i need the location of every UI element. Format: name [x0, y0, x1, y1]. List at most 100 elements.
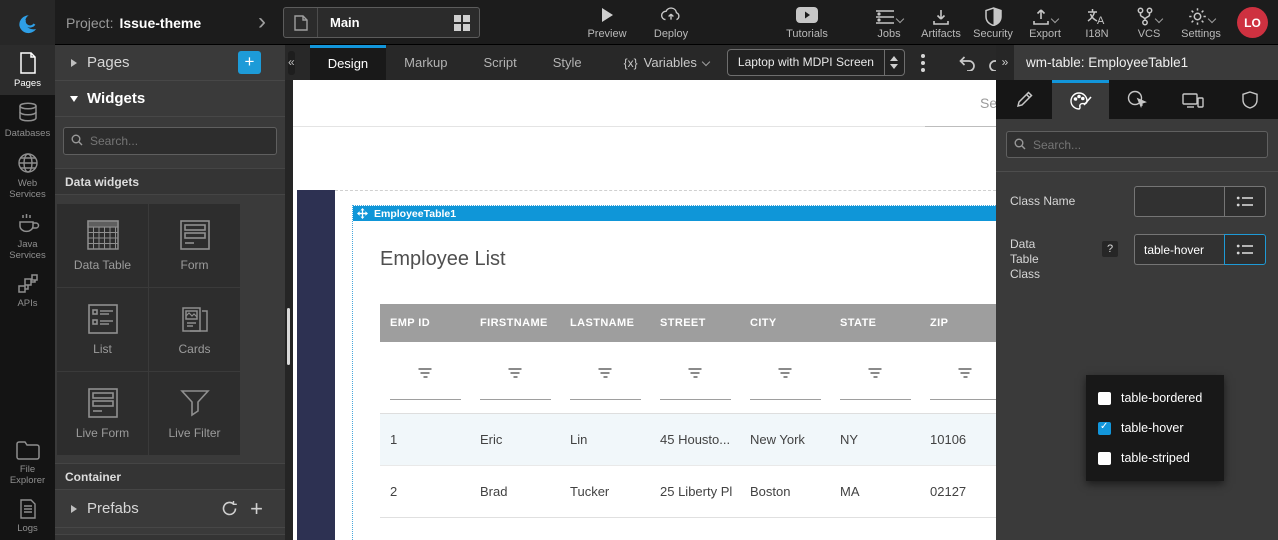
column-header[interactable]: LASTNAME — [560, 304, 650, 342]
tab-markup[interactable]: Markup — [386, 45, 465, 80]
settings-button[interactable]: Settings — [1180, 4, 1222, 40]
column-header[interactable]: CITY — [740, 304, 830, 342]
pages-section-header[interactable]: Pages + — [55, 45, 285, 81]
filter-icon[interactable] — [689, 368, 702, 378]
user-avatar[interactable]: LO — [1237, 7, 1268, 38]
filter-input[interactable] — [840, 399, 911, 400]
help-badge[interactable]: ? — [1102, 241, 1118, 257]
topbar-actions: Preview Deploy Tutorials — [583, 4, 831, 40]
data-table-class-input[interactable] — [1134, 234, 1224, 265]
tab-security[interactable] — [1222, 80, 1278, 119]
tab-properties[interactable] — [996, 80, 1052, 119]
prefabs-section-header[interactable]: Prefabs + — [55, 490, 285, 528]
page-selector[interactable]: Main — [283, 7, 480, 38]
widget-tile-data-table[interactable]: Data Table — [57, 204, 148, 287]
option-table-bordered[interactable]: table-bordered — [1086, 383, 1224, 413]
refresh-icon[interactable] — [221, 500, 238, 517]
add-prefab-button[interactable]: + — [250, 499, 263, 519]
canvas-app-sidebar — [297, 190, 335, 540]
filter-input[interactable] — [750, 399, 821, 400]
data-table-widget[interactable]: Employee List EMP ID FIRSTNAME LASTNAME … — [353, 248, 996, 518]
design-canvas[interactable]: Se EmployeeTable1 Employee List EMP ID F… — [293, 80, 996, 540]
palette-icon — [1070, 91, 1092, 111]
widgets-section-header[interactable]: Widgets — [55, 81, 285, 117]
page-structure-section-clipped[interactable]: Page Structure — [55, 534, 285, 540]
rail-item-databases[interactable]: Databases — [0, 95, 55, 145]
security-button[interactable]: Security — [972, 4, 1014, 40]
data-table-icon — [87, 220, 119, 250]
move-icon[interactable] — [357, 208, 368, 219]
preview-button[interactable]: Preview — [583, 4, 631, 40]
tab-styles[interactable] — [1052, 80, 1108, 119]
variables-button[interactable]: {x} Variables — [624, 55, 709, 70]
class-name-list-button[interactable] — [1224, 186, 1266, 217]
tutorials-button[interactable]: Tutorials — [783, 4, 831, 40]
filter-icon[interactable] — [779, 368, 792, 378]
column-header[interactable]: STREET — [650, 304, 740, 342]
rail-item-file-explorer[interactable]: File Explorer — [0, 433, 55, 492]
filter-input[interactable] — [480, 399, 551, 400]
artifacts-button[interactable]: Artifacts — [920, 4, 962, 40]
panel-divider[interactable] — [285, 80, 293, 540]
tab-events[interactable] — [1109, 80, 1165, 119]
widget-tile-cards[interactable]: Cards — [149, 288, 240, 371]
rail-item-java-services[interactable]: Java Services — [0, 206, 55, 267]
filter-icon[interactable] — [599, 368, 612, 378]
rail-item-web-services[interactable]: Web Services — [0, 145, 55, 206]
device-select[interactable]: Laptop with MDPI Screen — [727, 49, 905, 76]
column-header[interactable]: STATE — [830, 304, 920, 342]
properties-search-input[interactable] — [1006, 131, 1268, 158]
filter-input[interactable] — [930, 399, 996, 400]
checkbox[interactable] — [1098, 452, 1111, 465]
filter-input[interactable] — [390, 399, 461, 400]
column-header[interactable]: EMP ID — [380, 304, 470, 342]
tab-style[interactable]: Style — [535, 45, 600, 80]
vcs-button[interactable]: VCS — [1128, 4, 1170, 40]
column-header[interactable]: ZIP — [920, 304, 996, 342]
collapse-panel-button[interactable]: « — [288, 51, 295, 75]
widget-search-input[interactable] — [63, 127, 277, 155]
rail-item-pages[interactable]: Pages — [0, 45, 55, 95]
tab-script[interactable]: Script — [466, 45, 535, 80]
app-logo[interactable] — [0, 0, 55, 45]
widget-selection-bar[interactable]: EmployeeTable1 — [353, 206, 996, 221]
column-header[interactable]: FIRSTNAME — [470, 304, 560, 342]
data-table-class-list-button[interactable] — [1224, 234, 1266, 265]
checkbox[interactable] — [1098, 422, 1111, 435]
chevron-down-icon — [702, 57, 710, 65]
i18n-button[interactable]: A I18N — [1076, 4, 1118, 40]
project-title: Project: Issue-theme — [66, 0, 201, 45]
more-options-button[interactable] — [921, 54, 925, 72]
add-page-button[interactable]: + — [238, 51, 261, 74]
widget-tile-live-form[interactable]: Live Form — [57, 372, 148, 455]
filter-icon[interactable] — [869, 368, 882, 378]
jobs-button[interactable]: Jobs — [868, 4, 910, 40]
filter-icon[interactable] — [509, 368, 522, 378]
checkbox[interactable] — [1098, 392, 1111, 405]
widget-tile-list[interactable]: List — [57, 288, 148, 371]
left-rail: Pages Databases Web Services Java Servic… — [0, 45, 55, 540]
deploy-button[interactable]: Deploy — [647, 4, 695, 40]
option-table-striped[interactable]: table-striped — [1086, 443, 1224, 473]
widget-tile-form[interactable]: Form — [149, 204, 240, 287]
undo-button[interactable] — [957, 54, 976, 71]
filter-icon[interactable] — [419, 368, 432, 378]
rail-item-apis[interactable]: APIs — [0, 267, 55, 315]
widget-tile-live-filter[interactable]: Live Filter — [149, 372, 240, 455]
rail-item-logs[interactable]: Logs — [0, 492, 55, 540]
filter-input[interactable] — [660, 399, 731, 400]
option-table-hover[interactable]: table-hover — [1086, 413, 1224, 443]
table-row[interactable]: 2 Brad Tucker 25 Liberty Pl Boston MA 02… — [380, 466, 996, 518]
selected-widget-outline[interactable]: EmployeeTable1 Employee List EMP ID FIRS… — [352, 205, 996, 540]
class-name-input[interactable] — [1134, 186, 1224, 217]
nodes-icon — [17, 274, 39, 294]
export-button[interactable]: Export — [1024, 4, 1066, 40]
filter-icon[interactable] — [959, 368, 972, 378]
page-grid-icon[interactable] — [454, 15, 470, 31]
tab-design[interactable]: Design — [310, 45, 386, 80]
scrollbar-thumb[interactable] — [287, 308, 290, 365]
table-row[interactable]: 1 Eric Lin 45 Housto... New York NY 1010… — [380, 414, 996, 466]
filter-input[interactable] — [570, 399, 641, 400]
tab-devices[interactable] — [1165, 80, 1221, 119]
expand-panel-button[interactable]: » — [996, 45, 1014, 80]
